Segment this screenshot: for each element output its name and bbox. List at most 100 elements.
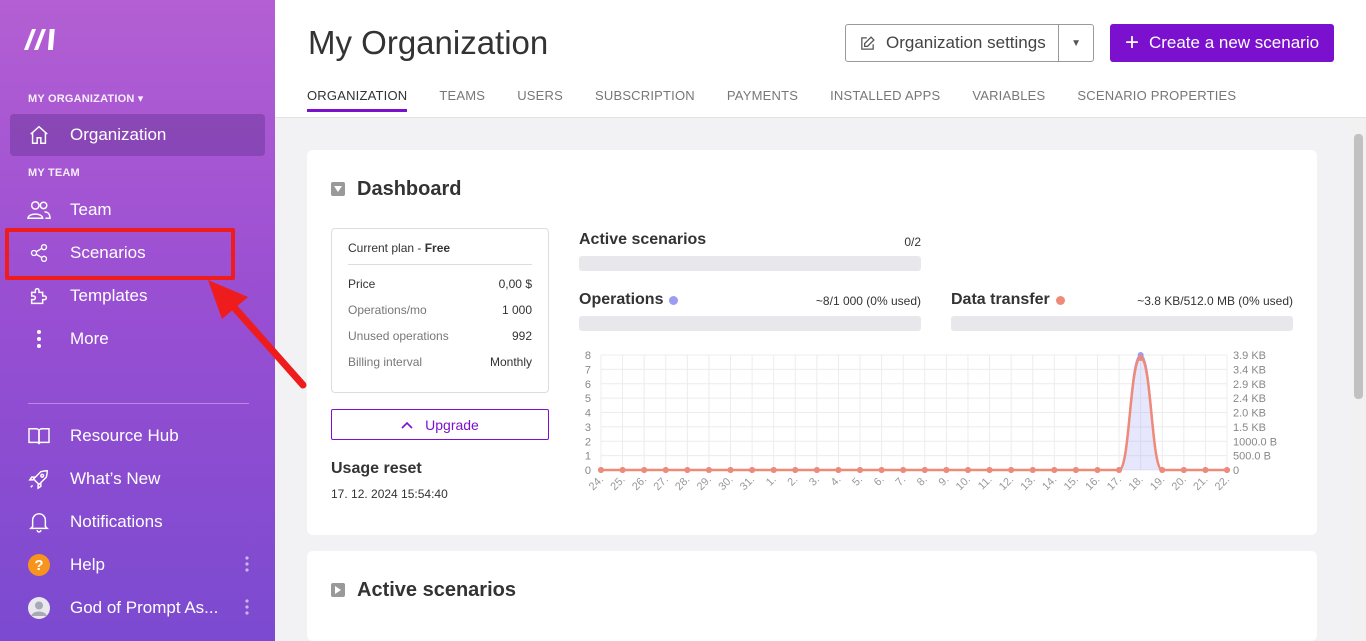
dashboard-card: Dashboard Current plan - Free Price 0,00 … — [307, 150, 1317, 535]
active-scenarios-title: Active scenarios — [357, 579, 516, 601]
sidebar-item-label: Organization — [70, 125, 167, 144]
x-axis-tick-label: 4. — [829, 474, 844, 489]
organization-settings-dropdown[interactable]: ▼ — [1059, 25, 1093, 61]
active-scenarios-value: 0/2 — [904, 235, 921, 249]
sidebar-item-team[interactable]: Team — [10, 189, 265, 231]
users-icon — [27, 198, 51, 222]
x-axis-tick-label: 17. — [1105, 474, 1124, 493]
data-transfer-point — [705, 467, 712, 473]
y-axis-right-tick-label: 3.4 KB — [1233, 364, 1266, 376]
tab-variables[interactable]: VARIABLES — [972, 88, 1045, 112]
more-vertical-icon[interactable] — [245, 556, 249, 572]
expand-icon[interactable] — [331, 583, 345, 597]
chevron-up-icon — [401, 421, 413, 429]
data-transfer-point — [900, 467, 907, 473]
dashboard-title: Dashboard — [357, 178, 462, 200]
data-transfer-point — [792, 467, 799, 473]
page-header: My Organization Organization settings ▼ … — [275, 0, 1366, 118]
caret-down-icon: ▼ — [1071, 37, 1082, 49]
organization-settings-label: Organization settings — [886, 33, 1046, 52]
tab-subscription[interactable]: SUBSCRIPTION — [595, 88, 695, 112]
x-axis-tick-label: 25. — [608, 474, 627, 493]
upgrade-button[interactable]: Upgrade — [331, 409, 549, 440]
data-transfer-point — [1008, 467, 1015, 473]
y-axis-left-tick-label: 0 — [585, 465, 591, 477]
x-axis-tick-label: 2. — [785, 474, 800, 489]
sidebar-item-whats-new[interactable]: What’s New — [10, 458, 265, 500]
x-axis-tick-label: 21. — [1191, 474, 1210, 493]
x-axis-tick-label: 3. — [807, 474, 822, 489]
plan-row: Price 0,00 $ — [348, 277, 532, 291]
data-transfer-point — [921, 467, 928, 473]
chevron-down-icon: ▾ — [137, 93, 144, 105]
sidebar-item-label: More — [70, 329, 109, 348]
org-section-label[interactable]: MY ORGANIZATION ▾ — [28, 92, 143, 105]
more-vertical-icon[interactable] — [245, 599, 249, 615]
data-transfer-point — [878, 467, 885, 473]
data-transfer-point — [1072, 467, 1079, 473]
puzzle-icon — [27, 284, 51, 308]
sidebar-item-organization[interactable]: Organization — [10, 114, 265, 156]
org-tabs: ORGANIZATION TEAMS USERS SUBSCRIPTION PA… — [307, 88, 1268, 112]
y-axis-right-tick-label: 1.5 KB — [1233, 422, 1266, 434]
tab-users[interactable]: USERS — [517, 88, 563, 112]
tab-payments[interactable]: PAYMENTS — [727, 88, 798, 112]
sidebar-item-notifications[interactable]: Notifications — [10, 501, 265, 543]
sidebar-item-label: Templates — [70, 286, 148, 305]
tab-organization[interactable]: ORGANIZATION — [307, 88, 408, 112]
current-plan-heading: Current plan - Free — [348, 241, 532, 265]
y-axis-right-tick-label: 2.0 KB — [1233, 408, 1266, 420]
scrollbar-thumb[interactable] — [1354, 134, 1363, 399]
operations-bar — [579, 316, 921, 331]
operations-label: Operations — [579, 291, 679, 309]
sidebar-item-user[interactable]: God of Prompt As... — [10, 587, 265, 629]
data-transfer-point — [1116, 467, 1123, 473]
y-axis-left-tick-label: 8 — [585, 350, 591, 362]
data-transfer-point — [662, 467, 669, 473]
tab-teams[interactable]: TEAMS — [439, 88, 485, 112]
data-transfer-point — [964, 467, 971, 473]
plan-box: Current plan - Free Price 0,00 $ Operatio… — [331, 228, 549, 393]
data-transfer-point — [1180, 467, 1187, 473]
operations-legend-dot — [669, 295, 679, 305]
data-transfer-point — [641, 467, 648, 473]
data-transfer-point — [727, 467, 734, 473]
sidebar-item-help[interactable]: ? Help — [10, 544, 265, 586]
usage-chart: 8 3.9 KB 7 3.4 KB 6 2.9 KB 5 2.4 KB 4 2.0 KB 3 1.5 … — [585, 350, 1277, 493]
data-transfer-point — [986, 467, 993, 473]
tab-installed-apps[interactable]: INSTALLED APPS — [830, 88, 940, 112]
y-axis-left-tick-label: 3 — [585, 422, 591, 434]
y-axis-right-tick-label: 2.4 KB — [1233, 393, 1266, 405]
x-axis-tick-label: 20. — [1170, 474, 1189, 493]
scenarios-highlight-box — [5, 228, 235, 280]
x-axis-tick-label: 30. — [716, 474, 735, 493]
create-scenario-label: Create a new scenario — [1148, 33, 1320, 52]
page-title: My Organization — [308, 24, 549, 61]
edit-icon — [861, 35, 875, 50]
data-transfer-point — [1029, 467, 1036, 473]
tab-scenario-properties[interactable]: SCENARIO PROPERTIES — [1077, 88, 1236, 112]
create-scenario-button[interactable]: + Create a new scenario — [1110, 24, 1334, 62]
x-axis-tick-label: 5. — [850, 474, 865, 489]
page-scrollbar[interactable] — [1350, 118, 1366, 641]
active-scenarios-card: Active scenarios — [307, 551, 1317, 641]
avatar — [27, 596, 51, 620]
data-transfer-point — [857, 467, 864, 473]
y-axis-left-tick-label: 2 — [585, 436, 591, 448]
x-axis-tick-label: 8. — [915, 474, 930, 489]
organization-settings-button[interactable]: Organization settings — [846, 25, 1060, 61]
x-axis-tick-label: 9. — [937, 474, 952, 489]
make-logo-icon[interactable] — [22, 26, 62, 52]
sidebar-item-label: What’s New — [70, 469, 161, 488]
collapse-icon[interactable] — [331, 182, 345, 196]
sidebar-item-resource-hub[interactable]: Resource Hub — [10, 415, 265, 457]
sidebar-divider — [28, 403, 249, 404]
x-axis-tick-label: 28. — [673, 474, 692, 493]
data-transfer-point — [943, 467, 950, 473]
plan-row: Operations/mo 1 000 — [348, 303, 532, 317]
data-transfer-point — [1094, 467, 1101, 473]
data-transfer-point — [598, 467, 604, 473]
help-icon: ? — [27, 553, 51, 577]
x-axis-tick-label: 13. — [1019, 474, 1038, 493]
x-axis-tick-label: 26. — [630, 474, 649, 493]
